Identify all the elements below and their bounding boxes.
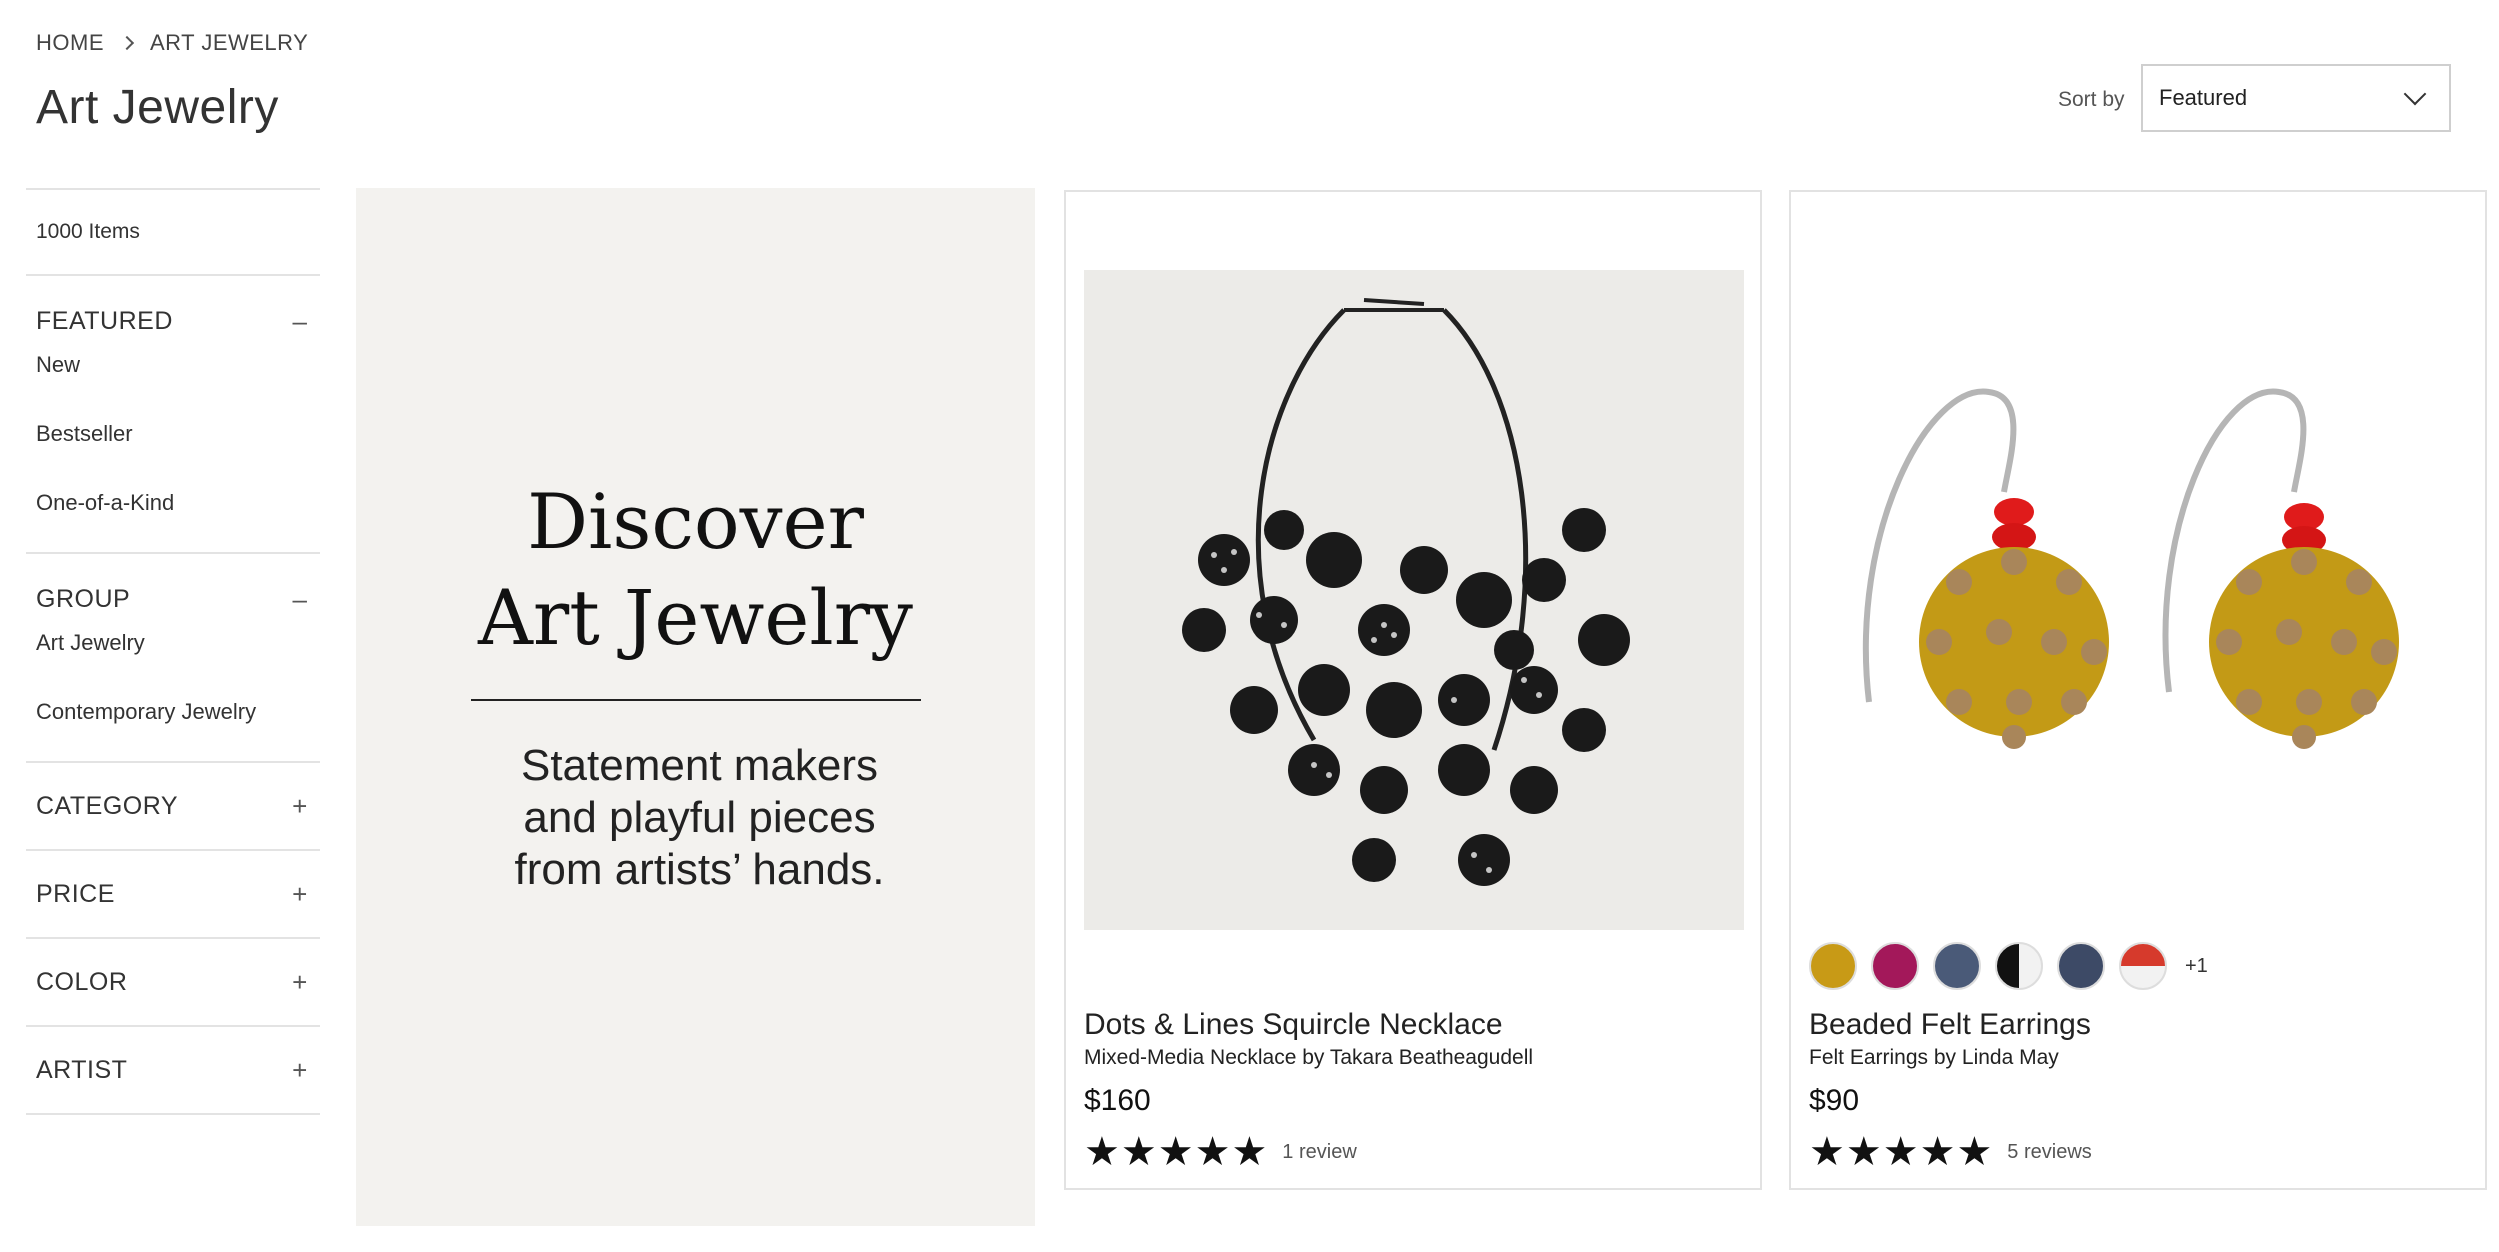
product-subtitle: Felt Earrings by Linda May bbox=[1809, 1046, 2059, 1069]
color-swatches: +1 bbox=[1809, 942, 2208, 990]
filter-color-header[interactable]: COLOR + bbox=[26, 939, 320, 1025]
sort-select[interactable]: Featured bbox=[2141, 64, 2451, 132]
filter-option-one-of-a-kind[interactable]: One-of-a-Kind bbox=[26, 483, 320, 552]
breadcrumb: HOME ART JEWELRY bbox=[36, 30, 308, 56]
filter-category-label: CATEGORY bbox=[36, 791, 178, 820]
promo-subtitle-line: and playful pieces bbox=[523, 793, 876, 842]
expand-icon[interactable]: + bbox=[290, 791, 310, 822]
promo-banner[interactable]: Discover Art Jewelry Statement makers an… bbox=[356, 188, 1035, 1226]
product-image-necklace[interactable] bbox=[1084, 270, 1744, 930]
expand-icon[interactable]: + bbox=[290, 1055, 310, 1086]
product-title[interactable]: Beaded Felt Earrings bbox=[1809, 1008, 2091, 1042]
filter-option-new[interactable]: New bbox=[26, 345, 320, 414]
product-subtitle: Mixed-Media Necklace by Takara Beatheagu… bbox=[1084, 1046, 1534, 1069]
expand-icon[interactable]: + bbox=[290, 879, 310, 910]
product-card[interactable]: +1 Beaded Felt Earrings Felt Earrings by… bbox=[1789, 190, 2487, 1190]
filter-category-header[interactable]: CATEGORY + bbox=[26, 763, 320, 849]
collapse-icon[interactable]: – bbox=[290, 306, 310, 337]
filter-artist-label: ARTIST bbox=[36, 1055, 128, 1084]
color-swatch[interactable] bbox=[1933, 942, 1981, 990]
promo-divider bbox=[471, 699, 921, 701]
promo-title-line: Discover bbox=[527, 477, 864, 566]
filter-featured: FEATURED – New Bestseller One-of-a-Kind bbox=[26, 274, 320, 552]
filter-option-contemporary-jewelry[interactable]: Contemporary Jewelry bbox=[26, 692, 320, 761]
sidebar-divider bbox=[26, 1113, 320, 1115]
product-card[interactable]: Dots & Lines Squircle Necklace Mixed-Med… bbox=[1064, 190, 1762, 1190]
breadcrumb-home-link[interactable]: HOME bbox=[36, 30, 104, 56]
collapse-icon[interactable]: – bbox=[290, 584, 310, 615]
chevron-right-icon bbox=[119, 35, 135, 51]
review-count[interactable]: 1 review bbox=[1282, 1141, 1356, 1164]
sort-label: Sort by bbox=[2058, 88, 2125, 111]
color-swatch[interactable] bbox=[1809, 942, 1857, 990]
promo-subtitle: Statement makers and playful pieces from… bbox=[356, 740, 1035, 896]
promo-title: Discover Art Jewelry bbox=[356, 474, 1035, 666]
sort-selected-value: Featured bbox=[2159, 85, 2248, 110]
color-swatch[interactable] bbox=[2119, 942, 2167, 990]
product-title[interactable]: Dots & Lines Squircle Necklace bbox=[1084, 1008, 1503, 1042]
filter-option-art-jewelry[interactable]: Art Jewelry bbox=[26, 623, 320, 692]
filter-sidebar: 1000 Items FEATURED – New Bestseller One… bbox=[26, 188, 320, 1115]
filter-artist-header[interactable]: ARTIST + bbox=[26, 1027, 320, 1113]
color-swatch[interactable] bbox=[1871, 942, 1919, 990]
filter-color-label: COLOR bbox=[36, 967, 128, 996]
filter-color: COLOR + bbox=[26, 937, 320, 1025]
breadcrumb-current: ART JEWELRY bbox=[150, 30, 309, 55]
chevron-down-icon bbox=[2403, 82, 2427, 106]
item-count-section: 1000 Items bbox=[26, 188, 320, 274]
more-swatches-count[interactable]: +1 bbox=[2185, 955, 2208, 978]
color-swatch[interactable] bbox=[2057, 942, 2105, 990]
filter-group-label: GROUP bbox=[36, 585, 131, 613]
product-price: $160 bbox=[1084, 1084, 1151, 1117]
filter-featured-header[interactable]: FEATURED – bbox=[26, 276, 320, 345]
product-rating: ★★★★★ 1 review bbox=[1084, 1132, 1357, 1172]
filter-price: PRICE + bbox=[26, 849, 320, 937]
product-image-earrings[interactable] bbox=[1809, 232, 2469, 932]
filter-group: GROUP – Art Jewelry Contemporary Jewelry bbox=[26, 552, 320, 761]
expand-icon[interactable]: + bbox=[290, 967, 310, 998]
filter-featured-label: FEATURED bbox=[36, 307, 173, 335]
star-rating-icon: ★★★★★ bbox=[1809, 1130, 1994, 1174]
review-count[interactable]: 5 reviews bbox=[2007, 1141, 2091, 1164]
filter-price-header[interactable]: PRICE + bbox=[26, 851, 320, 937]
product-price: $90 bbox=[1809, 1084, 1860, 1117]
filter-artist: ARTIST + bbox=[26, 1025, 320, 1113]
product-rating: ★★★★★ 5 reviews bbox=[1809, 1132, 2092, 1172]
page-title: Art Jewelry bbox=[36, 81, 279, 134]
filter-category: CATEGORY + bbox=[26, 761, 320, 849]
filter-price-label: PRICE bbox=[36, 879, 115, 908]
star-rating-icon: ★★★★★ bbox=[1084, 1130, 1269, 1174]
filter-option-bestseller[interactable]: Bestseller bbox=[26, 414, 320, 483]
item-count: 1000 Items bbox=[36, 220, 140, 243]
filter-group-header[interactable]: GROUP – bbox=[26, 554, 320, 623]
color-swatch[interactable] bbox=[1995, 942, 2043, 990]
promo-title-line: Art Jewelry bbox=[478, 573, 913, 662]
promo-subtitle-line: from artists’ hands. bbox=[514, 845, 885, 894]
promo-subtitle-line: Statement makers bbox=[520, 741, 879, 790]
